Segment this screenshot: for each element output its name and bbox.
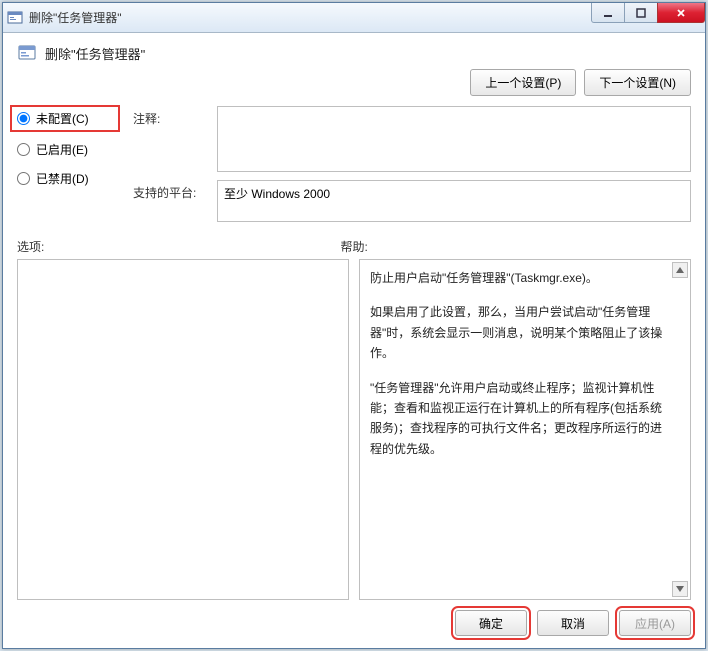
policy-icon [17, 43, 37, 63]
ok-button[interactable]: 确定 [455, 610, 527, 636]
radio-enabled[interactable]: 已启用(E) [17, 141, 117, 158]
radio-disabled-label: 已禁用(D) [36, 170, 89, 187]
config-area: 未配置(C) 已启用(E) 已禁用(D) 注释: 支持的平台: [17, 106, 691, 222]
radio-enabled-label: 已启用(E) [36, 141, 88, 158]
cancel-button[interactable]: 取消 [537, 610, 609, 636]
next-setting-button[interactable]: 下一个设置(N) [584, 69, 691, 96]
footer-buttons: 确定 取消 应用(A) [17, 600, 691, 638]
comment-label: 注释: [133, 106, 205, 127]
apply-button[interactable]: 应用(A) [619, 610, 691, 636]
fields-col: 注释: 支持的平台: 至少 Windows 2000 [133, 106, 691, 222]
minimize-button[interactable] [591, 3, 625, 23]
policy-title: 删除"任务管理器" [45, 44, 145, 63]
platform-row: 支持的平台: 至少 Windows 2000 [133, 180, 691, 222]
options-pane[interactable] [17, 259, 349, 600]
mid-panes: 防止用户启动"任务管理器"(Taskmgr.exe)。 如果启用了此设置，那么，… [17, 259, 691, 600]
radio-not-configured-input[interactable] [17, 112, 30, 125]
dialog-content: 删除"任务管理器" 上一个设置(P) 下一个设置(N) 未配置(C) 已启用(E… [3, 33, 705, 648]
help-p3: "任务管理器"允许用户启动或终止程序；监视计算机性能；查看和监视正运行在计算机上… [370, 378, 666, 460]
options-label: 选项: [17, 238, 341, 255]
window-controls [592, 3, 705, 23]
app-icon [7, 10, 23, 26]
scroll-up-button[interactable] [672, 262, 688, 278]
radio-enabled-input[interactable] [17, 143, 30, 156]
help-p1: 防止用户启动"任务管理器"(Taskmgr.exe)。 [370, 268, 666, 288]
radio-not-configured-label: 未配置(C) [36, 110, 89, 127]
dialog-window: 删除"任务管理器" 删除"任务管理器" 上一个设置(P) 下一个设置(N) 未配… [2, 2, 706, 649]
prev-setting-button[interactable]: 上一个设置(P) [470, 69, 576, 96]
header-row: 删除"任务管理器" [17, 43, 691, 63]
platform-value: 至少 Windows 2000 [217, 180, 691, 222]
help-p2: 如果启用了此设置，那么，当用户尝试启动"任务管理器"时，系统会显示一则消息，说明… [370, 302, 666, 363]
help-pane[interactable]: 防止用户启动"任务管理器"(Taskmgr.exe)。 如果启用了此设置，那么，… [359, 259, 691, 600]
radio-group: 未配置(C) 已启用(E) 已禁用(D) [17, 106, 117, 222]
platform-label: 支持的平台: [133, 180, 205, 201]
nav-row: 上一个设置(P) 下一个设置(N) [17, 69, 691, 96]
maximize-button[interactable] [624, 3, 658, 23]
comment-row: 注释: [133, 106, 691, 172]
scroll-down-button[interactable] [672, 581, 688, 597]
platform-text: 至少 Windows 2000 [224, 187, 330, 201]
help-label: 帮助: [341, 238, 665, 255]
close-button[interactable] [657, 3, 705, 23]
radio-disabled[interactable]: 已禁用(D) [17, 170, 117, 187]
comment-input[interactable] [217, 106, 691, 172]
mid-labels: 选项: 帮助: [17, 238, 691, 255]
radio-not-configured[interactable]: 未配置(C) [13, 108, 117, 129]
radio-disabled-input[interactable] [17, 172, 30, 185]
titlebar[interactable]: 删除"任务管理器" [3, 3, 705, 33]
